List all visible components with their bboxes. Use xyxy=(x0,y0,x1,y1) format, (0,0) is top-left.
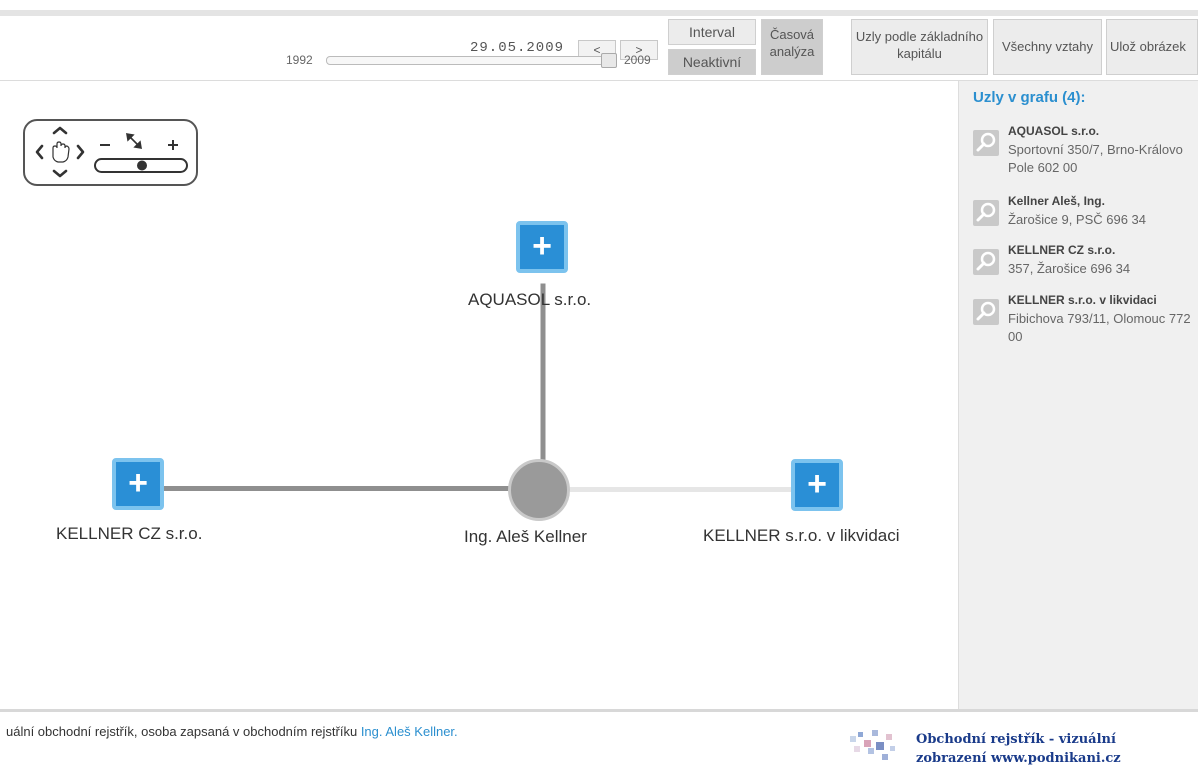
node-label-aquasol[interactable]: AQUASOL s.r.o. xyxy=(468,290,591,310)
year-start-label: 1992 xyxy=(286,53,313,67)
node-expand-kellner-cz[interactable]: + xyxy=(112,458,164,510)
sidebar-item-address: Žarošice 9, PSČ 696 34 xyxy=(1008,212,1147,227)
interval-button[interactable]: Interval xyxy=(668,19,756,45)
footer: uální obchodní rejstřík, osoba zapsaná v… xyxy=(0,709,1198,767)
node-label-kellner-cz[interactable]: KELLNER CZ s.r.o. xyxy=(56,524,202,544)
time-analysis-button[interactable]: Časová analýza xyxy=(761,19,823,75)
sidebar-item-name[interactable]: KELLNER s.r.o. v likvidaci xyxy=(1008,293,1157,307)
footer-brand[interactable]: Obchodní rejstřík - vizuální zobrazení w… xyxy=(916,730,1121,768)
year-end-label: 2009 xyxy=(624,53,651,67)
sidebar-item-address: 357, Žarošice 696 34 xyxy=(1008,261,1131,276)
node-expand-kellner-liquidation[interactable]: + xyxy=(791,459,843,511)
footer-brand-line2[interactable]: zobrazení www.podnikani.cz xyxy=(916,749,1121,768)
nodes-by-capital-button[interactable]: Uzly podle základního kapitálu xyxy=(851,19,988,75)
relationship-graph[interactable]: + + + AQUASOL s.r.o. KELLNER CZ s.r.o. I… xyxy=(0,81,958,709)
all-relations-button[interactable]: Všechny vztahy xyxy=(993,19,1102,75)
footer-text: uální obchodní rejstřík, osoba zapsaná v… xyxy=(6,724,361,739)
sidebar-item-address: Sportovní 350/7, Brno-Královo Pole 602 0… xyxy=(1008,142,1183,175)
nodes-sidebar: Uzly v grafu (4): AQUASOL s.r.o. Sportov… xyxy=(958,81,1198,709)
date-display: 29.05.2009 xyxy=(470,40,565,56)
brand-logo-icon[interactable] xyxy=(846,726,910,766)
sidebar-item-address: Fibichova 793/11, Olomouc 772 00 xyxy=(1008,311,1191,344)
inactive-button[interactable]: Neaktivní xyxy=(668,49,756,75)
node-expand-aquasol[interactable]: + xyxy=(516,221,568,273)
sidebar-item-name[interactable]: Kellner Aleš, Ing. xyxy=(1008,194,1105,208)
save-image-button[interactable]: Ulož obrázek xyxy=(1106,19,1198,75)
footer-description: uální obchodní rejstřík, osoba zapsaná v… xyxy=(6,724,458,739)
node-label-center-person[interactable]: Ing. Aleš Kellner xyxy=(464,527,587,547)
edge-kellner-cz xyxy=(145,486,530,491)
sidebar-title: Uzly v grafu (4): xyxy=(973,89,1086,106)
footer-brand-line1[interactable]: Obchodní rejstřík - vizuální xyxy=(916,730,1121,749)
magnifier-icon[interactable] xyxy=(973,299,999,325)
sidebar-item-name[interactable]: AQUASOL s.r.o. xyxy=(1008,124,1099,138)
time-slider-track[interactable] xyxy=(326,56,616,65)
node-center-person[interactable] xyxy=(508,459,570,521)
node-label-kellner-liquidation[interactable]: KELLNER s.r.o. v likvidaci xyxy=(703,526,900,546)
footer-person-link[interactable]: Ing. Aleš Kellner. xyxy=(361,724,458,739)
sidebar-item-name[interactable]: KELLNER CZ s.r.o. xyxy=(1008,243,1115,257)
edge-kellner-liquidation xyxy=(570,487,820,492)
time-slider-handle[interactable] xyxy=(601,53,617,68)
magnifier-icon[interactable] xyxy=(973,249,999,275)
magnifier-icon[interactable] xyxy=(973,130,999,156)
magnifier-icon[interactable] xyxy=(973,200,999,226)
toolbar: 29.05.2009 < > 1992 2009 Interval Neakti… xyxy=(0,16,1198,81)
